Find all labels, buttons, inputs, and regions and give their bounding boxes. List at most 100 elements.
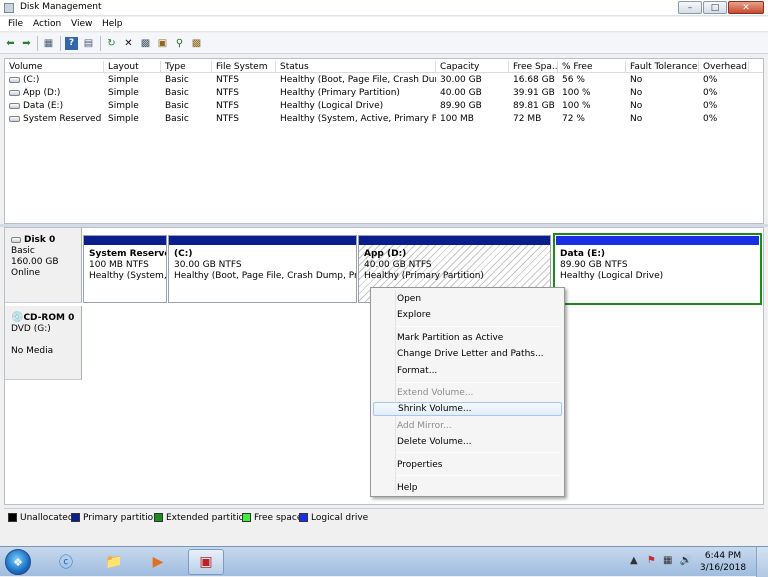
cdrom-name: CD-ROM 0 xyxy=(23,313,75,323)
properties2-icon[interactable]: ▩ xyxy=(139,37,152,50)
search-icon[interactable]: ⚲ xyxy=(173,37,186,50)
help-icon[interactable]: ? xyxy=(65,37,78,50)
menu-help[interactable]: Help xyxy=(102,19,123,29)
partition-size: 30.00 GB NTFS xyxy=(174,260,242,270)
col-volume[interactable]: Volume xyxy=(5,61,104,73)
close-button[interactable]: ✕ xyxy=(728,1,764,14)
menu-item-delete-volume[interactable]: Delete Volume... xyxy=(373,435,562,449)
properties-icon[interactable]: ▤ xyxy=(82,37,95,50)
menu-view[interactable]: View xyxy=(71,19,92,29)
col-file-system[interactable]: File System xyxy=(212,61,276,73)
partition-size: 100 MB NTFS xyxy=(89,260,149,270)
partition-name: Data (E:) xyxy=(560,249,606,259)
maximize-button[interactable]: □ xyxy=(703,1,727,14)
volume-fault: No xyxy=(630,75,643,85)
col-status[interactable]: Status xyxy=(276,61,436,73)
drive-icon xyxy=(9,115,20,122)
volume-fs: NTFS xyxy=(216,88,239,98)
volume-free: 16.68 GB xyxy=(513,75,555,85)
volume-list-header: Volume Layout Type File System Status Ca… xyxy=(5,61,763,73)
volume-capacity: 89.90 GB xyxy=(440,101,482,111)
partition-system-reserved[interactable]: System Reserved 100 MB NTFS Healthy (Sys… xyxy=(83,235,167,303)
volume-row[interactable]: System Reserved Simple Basic NTFS Health… xyxy=(5,113,763,126)
extra-icon[interactable]: ▩ xyxy=(190,37,203,50)
menu-action[interactable]: Action xyxy=(33,19,61,29)
partition-c[interactable]: (C:) 30.00 GB NTFS Healthy (Boot, Page F… xyxy=(168,235,357,303)
console-tree-icon[interactable]: ▦ xyxy=(42,37,55,50)
partition-strip xyxy=(169,236,356,245)
menu-item-help[interactable]: Help xyxy=(373,481,562,495)
volume-pct-free: 100 % xyxy=(562,101,591,111)
partition-e[interactable]: Data (E:) 89.90 GB NTFS Healthy (Logical… xyxy=(553,233,762,305)
partition-name: (C:) xyxy=(174,249,193,259)
delete-icon[interactable]: ✕ xyxy=(122,37,135,50)
forward-arrow-icon[interactable]: ➡ xyxy=(20,37,33,50)
volume-row[interactable]: (C:) Simple Basic NTFS Healthy (Boot, Pa… xyxy=(5,74,763,87)
col-overhead[interactable]: Overhead xyxy=(699,61,749,73)
disk-management-taskbar-icon[interactable]: ▣ xyxy=(188,549,224,575)
cdrom-0-label[interactable]: 💿CD-ROM 0 DVD (G:) No Media xyxy=(5,306,82,380)
volume-capacity: 40.00 GB xyxy=(440,88,482,98)
drive-icon xyxy=(9,102,20,109)
system-clock[interactable]: 6:44 PM 3/16/2018 xyxy=(698,550,748,574)
back-arrow-icon[interactable]: ⬅ xyxy=(4,37,17,50)
volume-row[interactable]: Data (E:) Simple Basic NTFS Healthy (Log… xyxy=(5,100,763,113)
disk-0-label[interactable]: Disk 0 Basic 160.00 GB Online xyxy=(5,228,82,303)
cdrom-icon: 💿 xyxy=(11,312,24,323)
media-player-icon[interactable]: ▶ xyxy=(140,549,176,575)
legend-extended: Extended partition xyxy=(154,513,250,523)
show-desktop-button[interactable] xyxy=(756,547,768,577)
partition-strip xyxy=(359,236,550,245)
col-type[interactable]: Type xyxy=(161,61,212,73)
drive-icon xyxy=(9,89,20,96)
disk-state: Online xyxy=(11,268,41,278)
partition-size: 40.00 GB NTFS xyxy=(364,260,432,270)
partition-strip xyxy=(556,236,759,245)
open-icon[interactable]: ▣ xyxy=(156,37,169,50)
volume-row[interactable]: App (D:) Simple Basic NTFS Healthy (Prim… xyxy=(5,87,763,100)
col-capacity[interactable]: Capacity xyxy=(436,61,509,73)
start-button[interactable]: ❖ xyxy=(5,549,31,575)
menu-item-explore[interactable]: Explore xyxy=(373,308,562,322)
show-hidden-icons-icon[interactable]: ▲ xyxy=(630,555,638,566)
partition-name: System Reserved xyxy=(89,249,166,259)
volume-layout: Simple xyxy=(108,114,139,124)
minimize-button[interactable]: – xyxy=(678,1,702,14)
title-bar: Disk Management – □ ✕ xyxy=(0,0,768,16)
col-percent-free[interactable]: % Free xyxy=(558,61,626,73)
partition-size: 89.90 GB NTFS xyxy=(560,260,628,270)
menu-item-mark-active[interactable]: Mark Partition as Active xyxy=(373,331,562,345)
internet-explorer-icon[interactable]: ⓒ xyxy=(48,549,84,575)
menu-item-format[interactable]: Format... xyxy=(373,364,562,378)
volume-fault: No xyxy=(630,114,643,124)
volume-pct-free: 56 % xyxy=(562,75,585,85)
menu-item-shrink-volume[interactable]: Shrink Volume... xyxy=(373,402,562,416)
volume-status: Healthy (System, Active, Primary Par... xyxy=(280,114,436,124)
disk-type: Basic xyxy=(11,246,35,256)
volume-type: Basic xyxy=(165,101,189,111)
col-fault-tolerance[interactable]: Fault Tolerance xyxy=(626,61,699,73)
menu-item-open[interactable]: Open xyxy=(373,292,562,306)
menu-item-properties[interactable]: Properties xyxy=(373,458,562,472)
legend-free-space: Free space xyxy=(242,513,302,523)
volume-icon[interactable]: 🔊 xyxy=(680,555,692,566)
menu-item-add-mirror: Add Mirror... xyxy=(397,421,452,431)
network-icon[interactable]: ▦ xyxy=(663,555,672,566)
window-title: Disk Management xyxy=(20,2,102,12)
file-explorer-icon[interactable]: 📁 xyxy=(96,549,132,575)
col-layout[interactable]: Layout xyxy=(104,61,161,73)
disk-size: 160.00 GB xyxy=(11,257,59,267)
window-controls: – □ ✕ xyxy=(677,1,764,15)
cdrom-drive: DVD (G:) xyxy=(11,324,51,334)
volume-overhead: 0% xyxy=(703,114,718,124)
hard-disk-icon xyxy=(11,236,21,243)
partition-name: App (D:) xyxy=(364,249,407,259)
taskbar: ❖ ⓒ 📁 ▶ ▣ ▲ ⚑ ▦ 🔊 6:44 PM 3/16/2018 xyxy=(0,546,768,577)
menu-file[interactable]: File xyxy=(8,19,23,29)
action-center-icon[interactable]: ⚑ xyxy=(647,555,656,566)
volume-status: Healthy (Logical Drive) xyxy=(280,101,384,111)
refresh-icon[interactable]: ↻ xyxy=(105,37,118,50)
volume-fault: No xyxy=(630,88,643,98)
menu-item-change-letter[interactable]: Change Drive Letter and Paths... xyxy=(373,347,562,361)
col-free-space[interactable]: Free Spa... xyxy=(509,61,558,73)
